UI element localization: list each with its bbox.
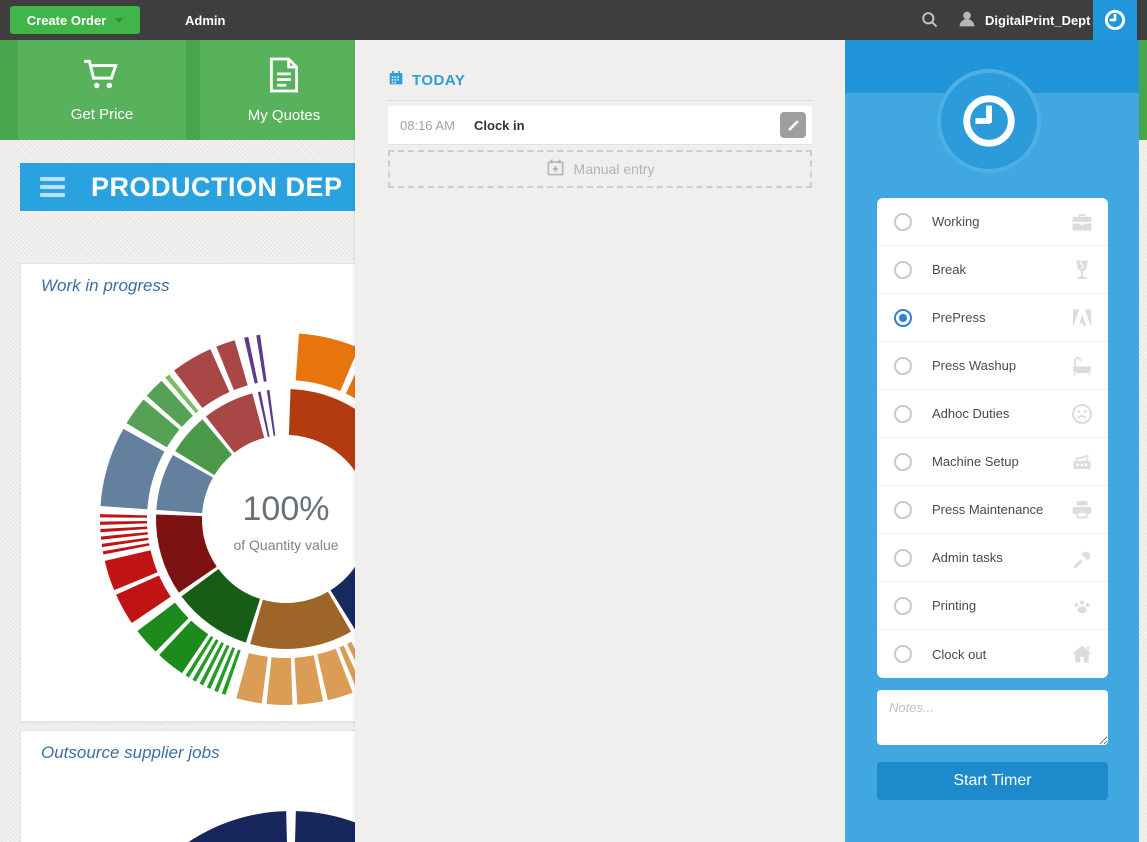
user-menu[interactable]: DigitalPrint_Dept	[956, 0, 1090, 40]
hamburger-menu-icon[interactable]	[40, 177, 65, 197]
calendar-icon	[388, 70, 404, 90]
activity-label: Adhoc Duties	[932, 406, 1010, 421]
radio-button[interactable]	[894, 452, 912, 471]
radio-button[interactable]	[894, 404, 912, 423]
machine-icon	[1070, 450, 1094, 474]
top-bar: Create Order Admin DigitalPrint_Dept	[0, 0, 1147, 40]
username-label: DigitalPrint_Dept	[985, 12, 1091, 28]
timer-panel: Working Break PrePress Press Washup Adho	[845, 40, 1139, 842]
user-avatar-icon	[956, 8, 978, 33]
activity-label: Machine Setup	[932, 454, 1019, 469]
sad-face-icon	[1070, 402, 1094, 426]
start-timer-button[interactable]: Start Timer	[877, 762, 1108, 800]
activity-label: Admin tasks	[932, 550, 1003, 565]
admin-label: Admin	[185, 12, 226, 28]
app-window: Get Price My Quotes PRODUCTION DEP Work …	[0, 0, 1147, 842]
today-label: TODAY	[412, 71, 466, 89]
activity-option-working[interactable]: Working	[877, 198, 1108, 246]
create-order-button[interactable]: Create Order	[10, 6, 140, 34]
timer-toggle-button[interactable]	[1093, 0, 1137, 40]
activity-label: Working	[932, 214, 980, 229]
activity-label: Clock out	[932, 646, 987, 662]
activity-option-admin-tasks[interactable]: Admin tasks	[877, 534, 1108, 582]
activity-option-machine-setup[interactable]: Machine Setup	[877, 438, 1108, 486]
activity-label: PrePress	[932, 310, 986, 325]
page-title: PRODUCTION DEP	[91, 171, 343, 202]
radio-button[interactable]	[894, 212, 912, 231]
prepress-adobe-icon	[1070, 306, 1094, 330]
today-header: TODAY	[388, 70, 465, 90]
bathtub-icon	[1070, 354, 1094, 378]
clock-icon	[963, 95, 1015, 147]
edit-entry-button[interactable]	[780, 112, 806, 138]
activity-list: Working Break PrePress Press Washup Adho	[877, 198, 1108, 678]
broken-glass-icon	[1070, 258, 1094, 282]
entry-time: 08:16 AM	[400, 117, 455, 133]
briefcase-icon	[1070, 210, 1094, 234]
paw-icon	[1070, 594, 1094, 618]
activity-option-break[interactable]: Break	[877, 246, 1108, 294]
activity-label: Press Maintenance	[932, 502, 1044, 517]
timeline-entry-row: 08:16 AM Clock in	[388, 106, 812, 144]
radio-button[interactable]	[894, 260, 912, 279]
radio-button[interactable]	[894, 596, 912, 615]
printer-icon	[1070, 498, 1094, 522]
timeline-separator	[388, 100, 812, 101]
create-order-label: Create Order	[26, 12, 107, 28]
timeline-panel: TODAY 08:16 AM Clock in Manual entry	[355, 40, 845, 842]
get-price-label: Get Price	[70, 106, 134, 123]
manual-entry-label: Manual entry	[573, 161, 655, 177]
timer-clock-badge	[937, 69, 1041, 173]
clock-icon	[1104, 9, 1126, 31]
notes-input[interactable]	[877, 690, 1108, 745]
entry-label: Clock in	[474, 117, 525, 133]
activity-option-adhoc-duties[interactable]: Adhoc Duties	[877, 390, 1108, 438]
activity-label: Break	[932, 262, 966, 277]
hammer-icon	[1070, 546, 1094, 570]
my-quotes-tile[interactable]: My Quotes	[200, 40, 368, 140]
calendar-plus-icon	[546, 158, 565, 180]
radio-button[interactable]	[894, 645, 912, 663]
chevron-down-icon	[115, 17, 124, 23]
my-quotes-label: My Quotes	[247, 107, 321, 124]
wip-card-title: Work in progress	[41, 276, 170, 295]
quote-doc-icon	[268, 56, 300, 98]
activity-label: Printing	[932, 598, 977, 613]
activity-option-printing[interactable]: Printing	[877, 582, 1108, 630]
notes-field-wrap	[877, 690, 1108, 745]
activity-option-press-washup[interactable]: Press Washup	[877, 342, 1108, 390]
search-icon[interactable]	[920, 10, 940, 30]
radio-button[interactable]	[894, 308, 912, 327]
activity-option-prepress[interactable]: PrePress	[877, 294, 1108, 342]
activity-option-clock-out[interactable]: Clock out	[877, 630, 1108, 678]
outsource-card-title: Outsource supplier jobs	[41, 743, 220, 762]
activity-label: Press Washup	[932, 358, 1017, 373]
admin-menu-item[interactable]: Admin	[185, 0, 225, 40]
home-icon	[1070, 642, 1094, 666]
pencil-icon	[788, 119, 798, 130]
radio-button[interactable]	[894, 356, 912, 375]
cart-icon	[81, 57, 123, 97]
radio-button[interactable]	[894, 548, 912, 567]
activity-option-press-maintenance[interactable]: Press Maintenance	[877, 486, 1108, 534]
manual-entry-button[interactable]: Manual entry	[388, 150, 812, 188]
get-price-tile[interactable]: Get Price	[18, 40, 186, 140]
radio-button[interactable]	[894, 500, 912, 519]
